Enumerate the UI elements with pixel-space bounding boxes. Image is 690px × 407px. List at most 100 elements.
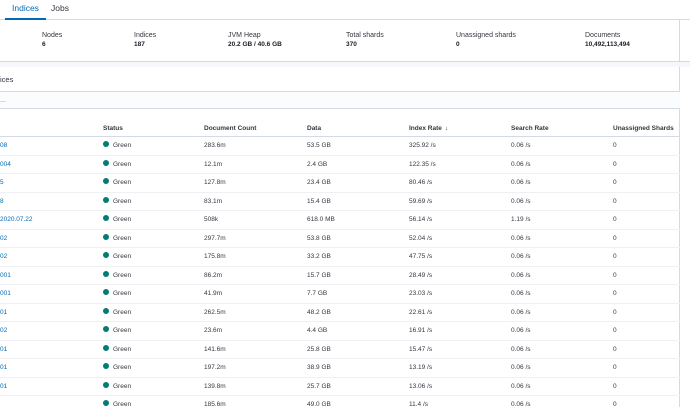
stat-total-shards-label: Total shards [346,32,384,39]
search-rate-cell: 0.06 /s [511,253,531,260]
status-green-dot-icon [103,196,109,203]
data-size-cell: 618.0 MB [307,216,335,223]
document-count-cell: 12.1m [204,160,223,168]
status-label: Green [113,216,132,223]
column-header-document-count[interactable]: Document Count [204,125,256,132]
document-count-cell: 283.6m [204,142,226,149]
document-count-cell: 262.5m [204,308,226,316]
data-size-cell: 15.4 GB [307,197,331,205]
status-label: Green [113,345,132,353]
column-header-index-rate[interactable]: Index Rate ↓ [409,125,448,132]
status-cell: Green [103,326,131,334]
table-row: 01 Green 141.6m 25.8 GB 15.47 /s 0.06 /s 0 [0,341,680,359]
indices-panel: ices Status Document Count Data Index Ra… [0,67,680,407]
table-row: 8 Green 83.1m 15.4 GB 59.69 /s 0.06 /s 0 [0,193,680,211]
status-cell: Green [103,141,131,149]
index-name-link[interactable]: 08 [0,142,7,149]
column-header-data[interactable]: Data [307,125,321,132]
status-green-dot-icon [103,215,109,222]
index-name-link[interactable]: 001 [0,272,11,279]
document-count-cell: 127.8m [204,179,226,186]
table-row: 2020.07.22 Green 508k 618.0 MB 56.14 /s 1.19 … [0,211,680,230]
document-count-cell: 139.8m [204,382,226,390]
search-rate-cell: 0.06 /s [511,327,531,334]
status-cell: Green [103,363,131,371]
index-name-link[interactable]: 01 [0,346,7,353]
search-rate-cell: 0.06 /s [511,364,531,371]
status-label: Green [113,179,132,186]
stat-indices-value: 187 [134,41,145,48]
status-label: Green [113,401,132,407]
table-row: 5 Green 127.8m 23.4 GB 80.46 /s 0.06 /s 0 [0,174,680,193]
table-row: 001 Green 41.9m 7.7 GB 23.03 /s 0.06 /s 0 [0,285,680,304]
index-name-link[interactable]: 8 [0,198,4,205]
status-label: Green [113,382,132,390]
status-green-dot-icon [103,326,109,333]
column-header-unassigned-shards[interactable]: Unassigned Shards [613,125,674,132]
unassigned-shards-cell: 0 [613,327,617,334]
cluster-stats-bar: Nodes 6 Indices 187 JVM Heap 20.2 GB / 4… [0,20,690,62]
search-rate-cell: 0.06 /s [511,197,531,205]
indices-table: Status Document Count Data Index Rate ↓ S… [0,120,680,407]
index-name-link[interactable]: 01 [0,383,7,390]
status-green-dot-icon [103,289,109,296]
document-count-cell: 185.6m [204,401,226,407]
data-size-cell: 2.4 GB [307,160,328,168]
index-rate-cell: 122.35 /s [409,160,436,168]
data-size-cell: 53.5 GB [307,142,331,149]
status-label: Green [113,197,132,205]
status-label: Green [113,253,132,260]
index-name-link[interactable]: 01 [0,364,7,371]
index-name-link[interactable]: 2020.07.22 [0,216,33,223]
filter-input[interactable] [0,92,680,108]
stat-unassigned-shards: Unassigned shards 0 [456,31,516,49]
search-rate-cell: 0.06 /s [511,179,531,186]
status-label: Green [113,290,132,297]
status-label: Green [113,271,132,279]
index-rate-cell: 52.04 /s [409,234,433,242]
table-row: 08 Green 283.6m 53.5 GB 325.92 /s 0.06 /s 0 [0,137,680,156]
status-green-dot-icon [103,270,109,277]
stat-nodes: Nodes 6 [42,31,62,49]
status-green-dot-icon [103,178,109,185]
search-rate-cell: 0.06 /s [511,142,531,149]
data-size-cell: 23.4 GB [307,179,331,186]
index-name-link[interactable]: 02 [0,253,7,260]
stat-documents: Documents 10,492,113,494 [585,31,630,49]
index-name-link[interactable]: 01 [0,309,7,316]
table-row: Green 185.6m 49.0 GB 11.4 /s 0.06 /s 0 [0,396,680,407]
index-name-link[interactable]: 5 [0,179,4,186]
stat-indices-label: Indices [134,32,157,39]
data-size-cell: 25.7 GB [307,382,331,390]
search-rate-cell: 0.06 /s [511,345,531,353]
column-header-search-rate[interactable]: Search Rate [511,125,549,132]
stat-jvm-heap-label: JVM Heap [228,32,261,39]
unassigned-shards-cell: 0 [613,234,617,242]
table-row: 02 Green 23.6m 4.4 GB 16.91 /s 0.06 /s 0 [0,322,680,341]
document-count-cell: 141.6m [204,345,226,353]
column-header-status[interactable]: Status [103,125,123,132]
stat-jvm-heap: JVM Heap 20.2 GB / 40.6 GB [228,31,282,49]
document-count-cell: 83.1m [204,197,223,205]
index-name-link[interactable]: 02 [0,327,7,334]
search-rate-cell: 0.06 /s [511,382,531,390]
index-name-link[interactable]: 004 [0,161,11,168]
search-rate-cell: 0.06 /s [511,234,531,242]
index-rate-cell: 23.03 /s [409,290,433,297]
status-green-dot-icon [103,233,109,240]
index-name-link[interactable]: 001 [0,290,11,297]
index-name-link[interactable]: 02 [0,235,7,242]
stat-nodes-label: Nodes [42,32,63,39]
table-row: 004 Green 12.1m 2.4 GB 122.35 /s 0.06 /s 0 [0,156,680,174]
unassigned-shards-cell: 0 [613,271,617,279]
document-count-cell: 508k [204,216,219,223]
unassigned-shards-cell: 0 [613,179,617,186]
status-green-dot-icon [103,307,109,314]
data-size-cell: 33.2 GB [307,253,331,260]
status-label: Green [113,234,132,242]
search-rate-cell: 1.19 /s [511,216,531,223]
tab-jobs[interactable]: Jobs [48,0,72,20]
unassigned-shards-cell: 0 [613,290,617,297]
unassigned-shards-cell: 0 [613,197,617,205]
tab-indices[interactable]: Indices [5,0,46,20]
